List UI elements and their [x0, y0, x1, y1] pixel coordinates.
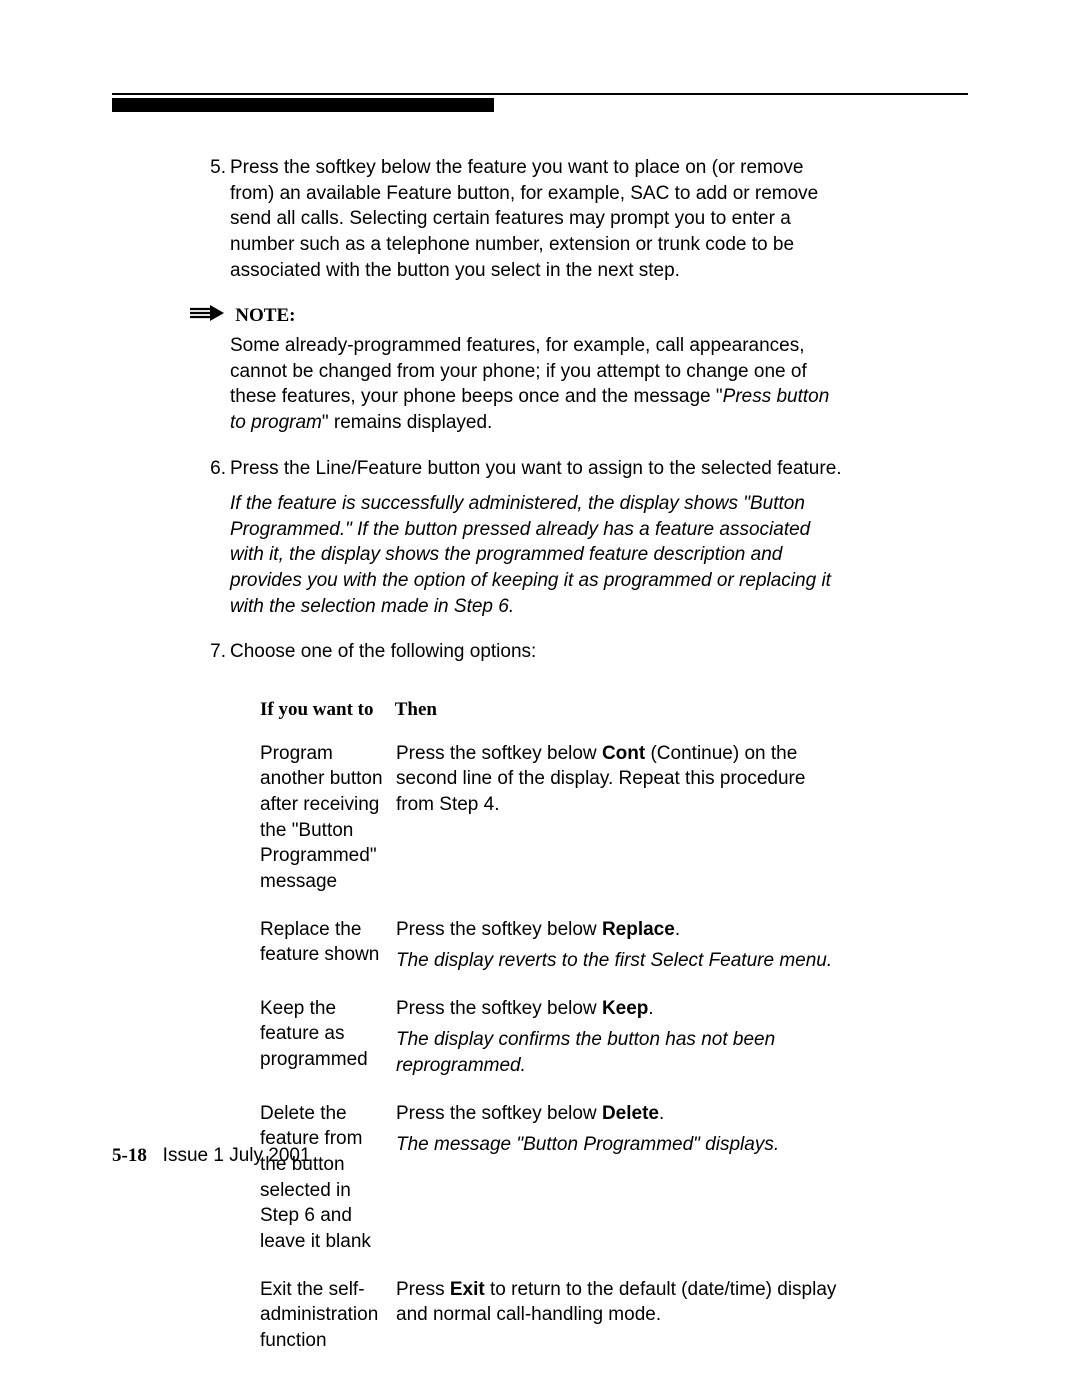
then-pre: Press	[396, 1279, 450, 1300]
step-text: Press the Line/Feature button you want t…	[230, 458, 842, 479]
page-number: 5-18	[112, 1145, 147, 1166]
step-number: 6.	[202, 456, 226, 482]
then-bold: Exit	[450, 1279, 485, 1300]
table-row: Keep the feature as programmed Press the…	[260, 996, 848, 1079]
row-sub: The message "Button Programmed" displays…	[396, 1132, 848, 1158]
note-arrow-icon	[190, 303, 224, 329]
note-text-pre: Some already-programmed features, for ex…	[230, 335, 807, 407]
note-label: NOTE:	[235, 305, 295, 326]
step-6: 6. Press the Line/Feature button you wan…	[230, 456, 848, 482]
body-content: 5. Press the softkey below the feature y…	[230, 155, 848, 1354]
step-number: 7.	[202, 639, 226, 665]
step-7: 7. Choose one of the following options:	[230, 639, 848, 665]
step-5: 5. Press the softkey below the feature y…	[230, 155, 848, 283]
note-header: NOTE:	[190, 303, 808, 329]
header-if: If you want to	[260, 697, 390, 723]
row-if: Program another button after receiving t…	[260, 741, 396, 895]
row-if: Delete the feature from the button selec…	[260, 1101, 396, 1255]
table-row: Program another button after receiving t…	[260, 741, 848, 895]
header-rule-thick	[112, 98, 494, 112]
table-row: Replace the feature shown Press the soft…	[260, 917, 848, 974]
note-body: Some already-programmed features, for ex…	[230, 333, 848, 436]
row-if: Replace the feature shown	[260, 917, 396, 968]
then-pre: Press the softkey below	[396, 1103, 602, 1124]
issue-date: Issue 1 July 2001	[163, 1145, 311, 1166]
row-then: Press Exit to return to the default (dat…	[396, 1277, 848, 1328]
note-text-post: " remains displayed.	[322, 412, 492, 433]
header-then: Then	[395, 697, 437, 723]
then-bold: Keep	[602, 998, 648, 1019]
then-pre: Press the softkey below	[396, 998, 602, 1019]
step-6-result: If the feature is successfully administe…	[230, 491, 848, 619]
header-rule-thin	[112, 93, 968, 95]
table-row: Exit the self-adminis­tration function P…	[260, 1277, 848, 1354]
then-post: .	[675, 919, 680, 940]
step-number: 5.	[202, 155, 226, 181]
then-bold: Cont	[602, 743, 645, 764]
then-bold: Delete	[602, 1103, 659, 1124]
row-then: Press the softkey below Replace. The dis…	[396, 917, 848, 974]
table-header: If you want to Then	[260, 697, 848, 723]
row-if: Exit the self-adminis­tration function	[260, 1277, 396, 1354]
row-then: Press the softkey below Keep. The displa…	[396, 996, 848, 1079]
row-if: Keep the feature as programmed	[260, 996, 396, 1073]
then-post: .	[648, 998, 653, 1019]
step-text: Press the softkey below the feature you …	[230, 157, 818, 281]
page-footer: 5-18 Issue 1 July 2001	[112, 1145, 311, 1167]
row-sub: The display reverts to the first Select …	[396, 948, 848, 974]
then-pre: Press the softkey below	[396, 919, 602, 940]
row-then: Press the softkey below Cont (Continue) …	[396, 741, 848, 818]
then-bold: Replace	[602, 919, 675, 940]
table-row: Delete the feature from the button selec…	[260, 1101, 848, 1255]
then-post: .	[659, 1103, 664, 1124]
document-page: 5. Press the softkey below the feature y…	[0, 0, 1080, 1397]
row-sub: The display confirms the button has not …	[396, 1027, 848, 1078]
step-text: Choose one of the following options:	[230, 641, 536, 662]
row-then: Press the softkey below Delete. The mess…	[396, 1101, 848, 1158]
then-pre: Press the softkey below	[396, 743, 602, 764]
options-table: If you want to Then Program another butt…	[260, 697, 848, 1353]
